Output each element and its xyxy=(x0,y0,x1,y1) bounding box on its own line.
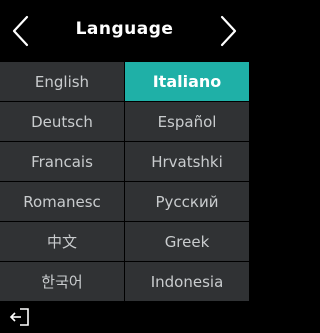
language-option[interactable]: Italiano xyxy=(125,62,249,101)
chevron-right-icon[interactable] xyxy=(217,14,239,48)
language-option[interactable]: Indonesia xyxy=(125,262,249,301)
language-option[interactable]: Romanesc xyxy=(0,182,124,221)
footer-bar xyxy=(0,302,249,333)
exit-icon[interactable] xyxy=(8,306,32,328)
language-option[interactable]: Greek xyxy=(125,222,249,261)
page-title: Language xyxy=(75,19,174,39)
language-option[interactable]: Español xyxy=(125,102,249,141)
language-option[interactable]: Hrvatshki xyxy=(125,142,249,181)
language-option[interactable]: Deutsch xyxy=(0,102,124,141)
language-option[interactable]: English xyxy=(0,62,124,101)
language-option[interactable]: 中文 xyxy=(0,222,124,261)
language-option[interactable]: Francais xyxy=(0,142,124,181)
language-option[interactable]: Русский xyxy=(125,182,249,221)
header-bar: Language xyxy=(0,0,249,62)
language-option[interactable]: 한국어 xyxy=(0,262,124,301)
